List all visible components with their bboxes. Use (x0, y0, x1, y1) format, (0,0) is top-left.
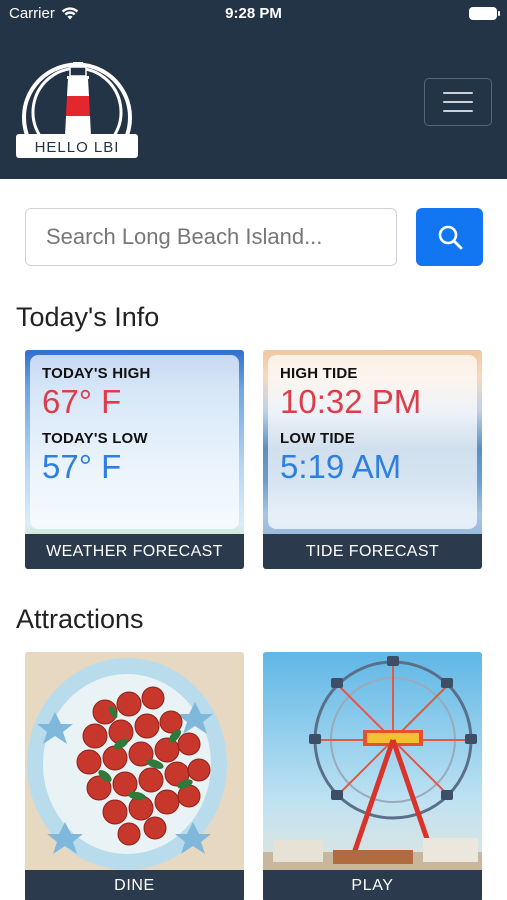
hamburger-line (443, 110, 473, 112)
dine-image (25, 652, 244, 900)
weather-panel: TODAY'S HIGH 67° F TODAY'S LOW 57° F (30, 355, 239, 529)
search-input[interactable] (25, 208, 397, 266)
todays-info-title: Today's Info (16, 302, 160, 332)
battery-icon (469, 7, 500, 20)
tide-panel: HIGH TIDE 10:32 PM LOW TIDE 5:19 AM (268, 355, 477, 529)
play-button[interactable]: PLAY (263, 870, 482, 900)
dine-card[interactable]: DINE (25, 652, 244, 900)
status-time: 9:28 PM (225, 5, 282, 22)
today-high-label: TODAY'S HIGH (42, 365, 151, 382)
hamburger-line (443, 101, 473, 103)
tomato-plate-image (25, 652, 244, 900)
play-card[interactable]: PLAY (263, 652, 482, 900)
hello-lbi-logo[interactable]: HELLO LBI (16, 44, 138, 158)
today-high-value: 67° F (42, 383, 122, 420)
weather-card[interactable]: TODAY'S HIGH 67° F TODAY'S LOW 57° F WEA… (25, 350, 244, 569)
dine-button[interactable]: DINE (25, 870, 244, 900)
tide-forecast-button[interactable]: TIDE FORECAST (263, 534, 482, 569)
status-bar: Carrier 9:28 PM (0, 0, 507, 28)
high-tide-label: HIGH TIDE (280, 365, 358, 382)
menu-button[interactable] (424, 78, 492, 126)
search-button[interactable] (416, 208, 483, 266)
app-header: HELLO LBI (0, 28, 507, 179)
attractions-title: Attractions (16, 604, 144, 634)
low-tide-label: LOW TIDE (280, 430, 355, 447)
hamburger-menu-icon (443, 92, 473, 94)
play-image (263, 652, 482, 900)
logo-text: HELLO LBI (35, 139, 120, 156)
search-icon (438, 225, 462, 250)
weather-forecast-button[interactable]: WEATHER FORECAST (25, 534, 244, 569)
today-low-value: 57° F (42, 448, 122, 485)
ferris-wheel-image (263, 652, 482, 900)
low-tide-value: 5:19 AM (280, 448, 402, 485)
today-low-label: TODAY'S LOW (42, 430, 148, 447)
high-tide-value: 10:32 PM (280, 383, 422, 420)
tide-card[interactable]: HIGH TIDE 10:32 PM LOW TIDE 5:19 AM TIDE… (263, 350, 482, 569)
